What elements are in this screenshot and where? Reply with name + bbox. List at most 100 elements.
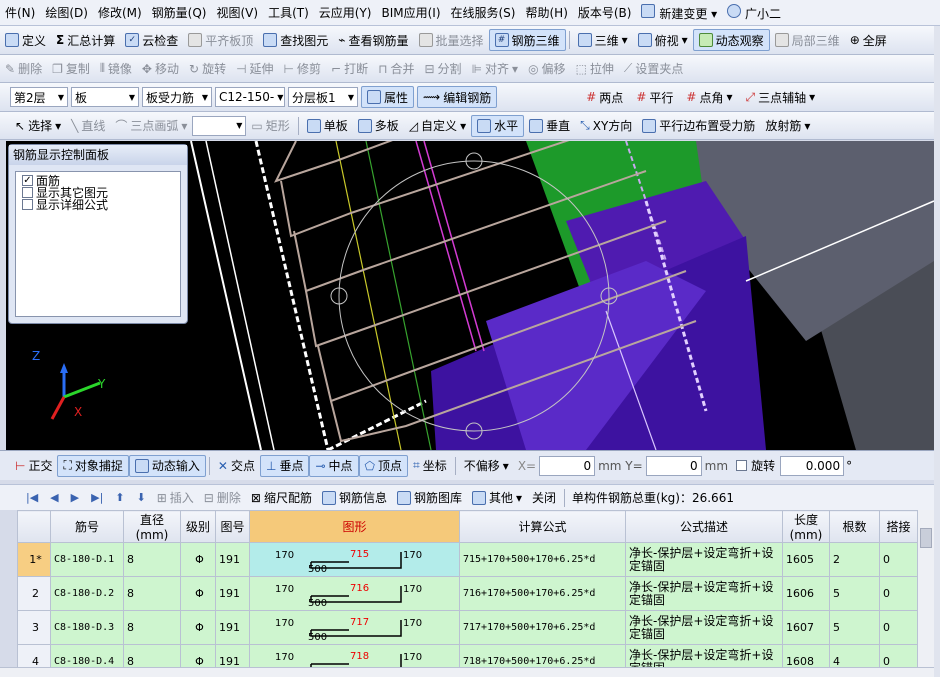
- column-header[interactable]: 图形: [249, 510, 460, 543]
- edit-rebar-button[interactable]: ⟿ 编辑钢筋: [417, 86, 498, 108]
- length-cell[interactable]: 1606: [782, 576, 830, 611]
- menu-view[interactable]: 视图(V): [211, 4, 263, 21]
- row-number-cell[interactable]: 1*: [17, 542, 51, 577]
- rebar-info-button[interactable]: 钢筋信息: [317, 487, 392, 509]
- move-button[interactable]: ✥ 移动: [137, 58, 184, 80]
- intersection-button[interactable]: ✕ 交点: [213, 455, 260, 477]
- table-row[interactable]: 4C8-180-D.48Φ191170718170500718+170+500+…: [17, 644, 917, 667]
- view-rebar-qty-button[interactable]: ⌁ 查看钢筋量: [333, 29, 413, 51]
- table-row[interactable]: 3 C8-180-D.3 8 Φ 191 170 717 170 500 717+170+500+…: [17, 610, 917, 645]
- midpoint-button[interactable]: ⊸ 中点: [309, 454, 359, 477]
- row-number-cell[interactable]: 4: [17, 644, 51, 667]
- diameter-cell[interactable]: 8: [123, 542, 181, 577]
- vertex-button[interactable]: ⬠ 顶点: [358, 454, 408, 477]
- menu-modify[interactable]: 修改(M): [93, 4, 147, 21]
- column-header[interactable]: 直径(mm): [123, 510, 181, 543]
- parallel-edge-rebar-button[interactable]: 平行边布置受力筋: [637, 115, 760, 137]
- table-vertical-scrollbar[interactable]: [917, 510, 934, 667]
- summary-calc-button[interactable]: Σ 汇总计算: [51, 29, 120, 51]
- lap-cell[interactable]: 0: [879, 610, 917, 645]
- table-horizontal-scrollbar[interactable]: [0, 667, 940, 677]
- xy-direction-button[interactable]: ⤡ XY方向: [575, 115, 637, 137]
- stretch-button[interactable]: ⬚ 拉伸: [571, 58, 619, 80]
- last-record-icon[interactable]: ▶|: [85, 491, 109, 504]
- align-dropdown[interactable]: ⊫ 对齐 ▾: [467, 58, 524, 80]
- formula-description-cell[interactable]: 净长-保护层+设定弯折+设定锚固: [625, 576, 783, 611]
- figure-number-cell[interactable]: 191: [215, 610, 250, 645]
- dynamic-input-button[interactable]: 动态输入: [128, 454, 206, 477]
- trim-button[interactable]: ⊢ 修剪: [279, 58, 326, 80]
- rotate-input[interactable]: 0.000: [780, 455, 845, 476]
- vertical-button[interactable]: 垂直: [524, 115, 575, 137]
- menu-version[interactable]: 版本号(B): [573, 4, 637, 21]
- formula-cell[interactable]: 716+170+500+170+6.25*d: [459, 576, 626, 611]
- figure-number-cell[interactable]: 191: [215, 542, 250, 577]
- single-slab-button[interactable]: 单板: [302, 115, 353, 137]
- scroll-thumb[interactable]: [920, 528, 932, 548]
- rebar-number-cell[interactable]: C8-180-D.3: [50, 610, 124, 645]
- perpendicular-button[interactable]: ⊥ 垂点: [259, 454, 310, 477]
- select-dropdown[interactable]: ↖ 选择 ▾: [10, 115, 66, 137]
- rebar-number-cell[interactable]: C8-180-D.1: [50, 542, 124, 577]
- menu-file[interactable]: 件(N): [0, 4, 40, 21]
- formula-description-cell[interactable]: 净长-保护层+设定弯折+设定锚固: [625, 644, 783, 667]
- menu-tools[interactable]: 工具(T): [263, 4, 314, 21]
- line-button[interactable]: ╲ 直线: [66, 115, 110, 137]
- rebar-number-cell[interactable]: C8-180-D.2: [50, 576, 124, 611]
- assistant-button[interactable]: 广小二: [722, 3, 786, 22]
- length-cell[interactable]: 1608: [782, 644, 830, 667]
- merge-button[interactable]: ⊓ 合并: [373, 58, 419, 80]
- column-header[interactable]: 图号: [215, 510, 250, 543]
- move-up-icon[interactable]: ⬆: [109, 491, 130, 504]
- next-record-icon[interactable]: ▶: [65, 491, 85, 504]
- insert-row-button[interactable]: ⊞ 插入: [152, 487, 199, 509]
- three-point-axis-dropdown[interactable]: ⤢ 三点辅轴 ▾: [741, 86, 821, 108]
- radial-rebar-dropdown[interactable]: 放射筋 ▾: [760, 115, 815, 137]
- count-cell[interactable]: 4: [829, 644, 880, 667]
- formula-cell[interactable]: 717+170+500+170+6.25*d: [459, 610, 626, 645]
- column-header[interactable]: 搭接: [879, 510, 917, 543]
- length-cell[interactable]: 1607: [782, 610, 830, 645]
- ortho-button[interactable]: ⊢ 正交: [10, 455, 57, 477]
- lap-cell[interactable]: 0: [879, 576, 917, 611]
- formula-description-cell[interactable]: 净长-保护层+设定弯折+设定锚固: [625, 542, 783, 577]
- checkbox[interactable]: [22, 198, 33, 210]
- lap-cell[interactable]: 0: [879, 644, 917, 667]
- x-input[interactable]: 0: [539, 455, 596, 476]
- row-number-cell[interactable]: 3: [17, 610, 51, 645]
- delete-button[interactable]: ✎ 删除: [0, 58, 47, 80]
- length-cell[interactable]: 1605: [782, 542, 830, 577]
- rebar-3d-button[interactable]: # 钢筋三维: [488, 29, 566, 51]
- first-record-icon[interactable]: |◀: [20, 491, 44, 504]
- figure-number-cell[interactable]: 191: [215, 576, 250, 611]
- parallel-button[interactable]: # 平行: [631, 86, 678, 108]
- formula-cell[interactable]: 715+170+500+170+6.25*d: [459, 542, 626, 577]
- point-angle-dropdown[interactable]: # 点角 ▾: [681, 86, 737, 108]
- grade-cell[interactable]: Φ: [180, 644, 216, 667]
- checkbox-checked[interactable]: ✓: [22, 174, 33, 186]
- figure-number-cell[interactable]: 191: [215, 644, 250, 667]
- checkbox[interactable]: [22, 186, 33, 198]
- count-cell[interactable]: 2: [829, 542, 880, 577]
- scale-rebar-button[interactable]: ⊠ 缩尺配筋: [246, 487, 317, 509]
- properties-button[interactable]: 属性: [361, 86, 415, 108]
- shape-cell[interactable]: 170718170500: [249, 644, 460, 667]
- menu-online[interactable]: 在线服务(S): [446, 4, 521, 21]
- top-view-dropdown[interactable]: 俯视 ▾: [633, 29, 693, 51]
- rebar-spec-select[interactable]: C12-150- ▼: [215, 87, 285, 107]
- local-3d-button[interactable]: 局部三维: [770, 29, 845, 51]
- new-change-button[interactable]: 新建变更 ▾: [636, 3, 722, 22]
- diameter-cell[interactable]: 8: [123, 576, 181, 611]
- lap-cell[interactable]: 0: [879, 542, 917, 577]
- column-header[interactable]: 筋号: [50, 510, 124, 543]
- column-header[interactable]: 根数: [829, 510, 880, 543]
- rebar-library-button[interactable]: 钢筋图库: [392, 487, 467, 509]
- arc-dropdown[interactable]: ⌒ 三点画弧 ▾: [110, 115, 192, 137]
- floor-select[interactable]: 第2层 ▼: [10, 87, 68, 107]
- menu-help[interactable]: 帮助(H): [520, 4, 572, 21]
- arc-param-select[interactable]: ▼: [192, 115, 247, 136]
- rotate-button[interactable]: ↻ 旋转: [184, 58, 231, 80]
- dynamic-orbit-button[interactable]: 动态观察: [692, 29, 770, 51]
- row-number-cell[interactable]: 2: [17, 576, 51, 611]
- table-row[interactable]: 1* C8-180-D.1 8 Φ 191 170 715 170 500 715+170+500…: [17, 542, 917, 577]
